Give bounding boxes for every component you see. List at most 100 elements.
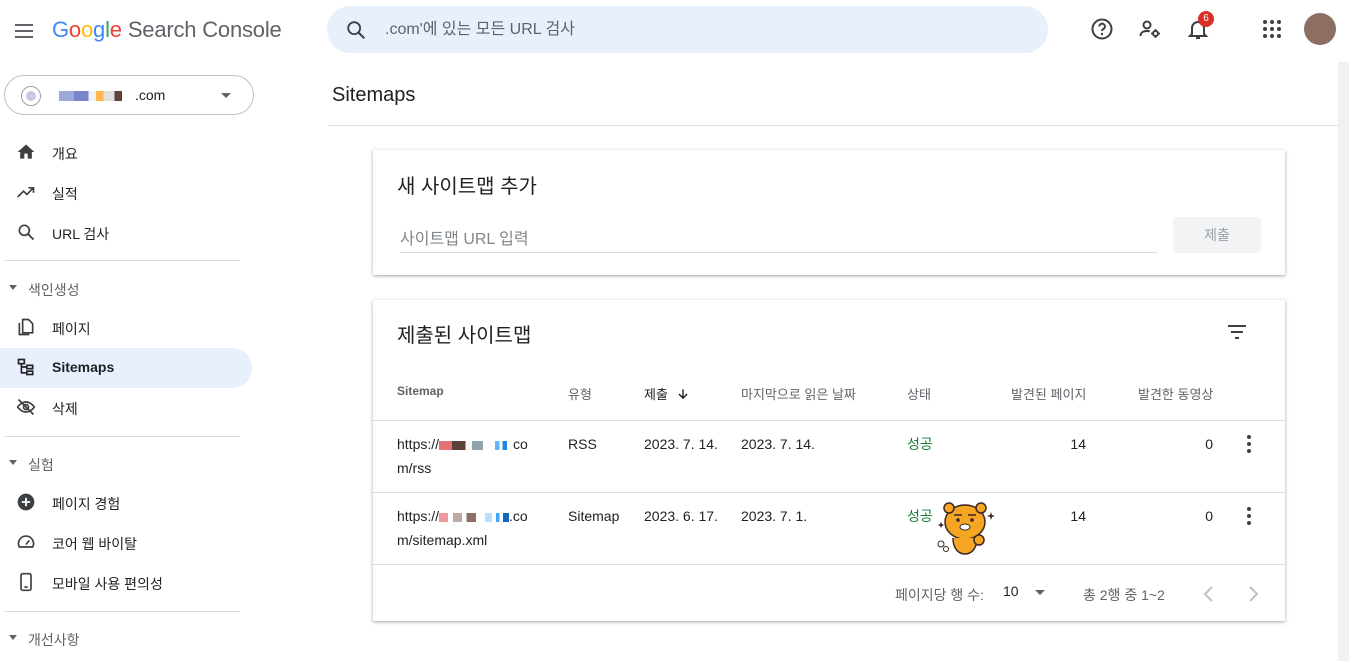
phone-icon bbox=[20, 572, 32, 592]
sidebar-item-label: 삭제 bbox=[52, 401, 78, 417]
pages-icon bbox=[18, 318, 34, 336]
sitemap-type: RSS bbox=[568, 436, 597, 452]
discovered-videos-count: 0 bbox=[1205, 508, 1213, 524]
bear-sticker-icon bbox=[937, 502, 995, 555]
plus-circle-icon bbox=[17, 493, 35, 511]
row-divider bbox=[373, 420, 1285, 421]
filter-icon[interactable] bbox=[1225, 320, 1249, 344]
more-vert-icon[interactable] bbox=[1237, 504, 1261, 528]
apps-grid-icon[interactable] bbox=[1260, 17, 1284, 41]
sidebar-item-removals[interactable]: 삭제 bbox=[0, 388, 252, 428]
sidebar-item-overview[interactable]: 개요 bbox=[0, 133, 252, 173]
search-input[interactable] bbox=[385, 18, 1025, 42]
sidebar-item-pages[interactable]: 페이지 bbox=[0, 308, 252, 348]
rows-per-page-label: 페이지당 행 수: bbox=[895, 587, 984, 603]
property-selector[interactable]: .com bbox=[4, 75, 254, 115]
sitemap-url[interactable]: https://.co m/sitemap.xml bbox=[397, 504, 537, 552]
last-read-date: 2023. 7. 1. bbox=[741, 508, 808, 524]
url-inspection-search[interactable] bbox=[327, 6, 1048, 53]
card-title: 제출된 사이트맵 bbox=[397, 325, 532, 347]
submitted-date: 2023. 7. 14. bbox=[644, 436, 718, 452]
last-read-date: 2023. 7. 14. bbox=[741, 436, 815, 452]
discovered-videos-count: 0 bbox=[1205, 436, 1213, 452]
row-divider bbox=[373, 564, 1285, 565]
sidebar-item-page-experience[interactable]: 페이지 경험 bbox=[0, 483, 252, 523]
sidebar-section-indexing[interactable]: 색인생성 bbox=[0, 276, 250, 300]
speed-icon bbox=[17, 535, 35, 548]
title-divider bbox=[328, 125, 1338, 126]
sitemap-url-input[interactable] bbox=[400, 227, 1157, 253]
column-header-label: 제출 bbox=[644, 387, 668, 402]
collapse-caret-icon bbox=[9, 460, 17, 465]
notification-count-badge: 6 bbox=[1198, 11, 1214, 27]
discovered-pages-count: 14 bbox=[1070, 436, 1086, 452]
arrow-down-icon bbox=[677, 389, 688, 400]
sidebar-item-core-web-vitals[interactable]: 코어 웹 바이탈 bbox=[0, 523, 252, 563]
more-vert-icon[interactable] bbox=[1237, 432, 1261, 456]
sidebar-item-label: URL 검사 bbox=[52, 226, 110, 242]
search-icon bbox=[347, 21, 365, 39]
column-header-status[interactable]: 상태 bbox=[907, 384, 931, 403]
sitemap-type: Sitemap bbox=[568, 508, 620, 524]
column-header-submitted[interactable]: 제출 bbox=[644, 384, 690, 403]
sidebar-item-label: 페이지 경험 bbox=[52, 496, 121, 512]
sidebar-item-label: 실적 bbox=[52, 186, 78, 202]
scrollbar[interactable] bbox=[1338, 62, 1349, 661]
sidebar-item-label: 개요 bbox=[52, 146, 78, 162]
sidebar-item-label: 코어 웹 바이탈 bbox=[52, 536, 138, 552]
sidebar-section-enhancements[interactable]: 개선사항 bbox=[0, 626, 250, 650]
sidebar-item-performance[interactable]: 실적 bbox=[0, 173, 252, 213]
chevron-down-icon bbox=[221, 93, 231, 98]
sidebar-item-url-inspection[interactable]: URL 검사 bbox=[0, 213, 252, 253]
product-name: Search Console bbox=[127, 17, 282, 42]
column-header-sitemap[interactable]: Sitemap bbox=[397, 384, 444, 398]
status-badge: 성공 bbox=[907, 508, 933, 524]
section-label: 색인생성 bbox=[28, 282, 80, 298]
sidebar-item-label: Sitemaps bbox=[52, 359, 115, 375]
status-badge: 성공 bbox=[907, 436, 933, 452]
submitted-date: 2023. 6. 17. bbox=[644, 508, 718, 524]
property-name: .com bbox=[59, 87, 165, 103]
sitemap-url[interactable]: https://co m/rss bbox=[397, 432, 537, 480]
column-header-discovered-pages[interactable]: 발견된 페이지 bbox=[1011, 384, 1086, 403]
collapse-caret-icon bbox=[9, 635, 17, 640]
chevron-down-icon[interactable] bbox=[1035, 590, 1045, 595]
section-label: 실험 bbox=[28, 457, 54, 473]
column-header-last-read[interactable]: 마지막으로 읽은 날짜 bbox=[741, 384, 856, 403]
section-label: 개선사항 bbox=[28, 632, 80, 648]
submit-button[interactable]: 제출 bbox=[1173, 217, 1261, 253]
sidebar-section-experience[interactable]: 실험 bbox=[0, 451, 250, 475]
page-title: Sitemaps bbox=[332, 84, 416, 106]
help-icon[interactable] bbox=[1090, 17, 1114, 41]
sidebar-divider bbox=[4, 436, 240, 437]
home-icon bbox=[17, 144, 35, 159]
trending-up-icon bbox=[17, 187, 35, 198]
sidebar-item-mobile-usability[interactable]: 모바일 사용 편의성 bbox=[0, 563, 252, 603]
column-header-discovered-videos[interactable]: 발견한 동영상 bbox=[1138, 384, 1213, 403]
hamburger-menu-icon[interactable] bbox=[12, 19, 36, 43]
sidebar-divider bbox=[4, 611, 240, 612]
sidebar-item-sitemaps[interactable]: Sitemaps bbox=[0, 348, 252, 388]
account-avatar[interactable] bbox=[1304, 13, 1336, 45]
row-divider bbox=[373, 492, 1285, 493]
globe-icon bbox=[21, 86, 41, 106]
rows-per-page-select[interactable]: 10 bbox=[1003, 583, 1019, 599]
card-title: 새 사이트맵 추가 bbox=[397, 176, 537, 198]
previous-page-icon[interactable] bbox=[1197, 582, 1221, 606]
next-page-icon[interactable] bbox=[1241, 582, 1265, 606]
top-bar: GoogleSearch Console 6 bbox=[0, 0, 1349, 62]
search-icon bbox=[18, 224, 35, 241]
discovered-pages-count: 14 bbox=[1070, 508, 1086, 524]
sidebar: .com 개요 실적 URL 검사 색인생성 페이지 Sitemaps 삭제 실… bbox=[0, 62, 256, 661]
column-header-type[interactable]: 유형 bbox=[568, 384, 592, 403]
sidebar-divider bbox=[4, 260, 240, 261]
removal-icon bbox=[16, 398, 36, 416]
app-logo[interactable]: Google Search Console bbox=[52, 17, 282, 43]
sitemap-icon bbox=[17, 358, 34, 376]
collapse-caret-icon bbox=[9, 285, 17, 290]
submitted-sitemaps-card: 제출된 사이트맵 Sitemap 유형 제출 마지막으로 읽은 날짜 상태 발견… bbox=[373, 300, 1285, 621]
pagination-range: 총 2행 중 1~2 bbox=[1083, 587, 1165, 603]
settings-user-icon[interactable] bbox=[1138, 17, 1162, 41]
sidebar-item-label: 페이지 bbox=[52, 321, 91, 337]
sidebar-item-label: 모바일 사용 편의성 bbox=[52, 576, 163, 592]
